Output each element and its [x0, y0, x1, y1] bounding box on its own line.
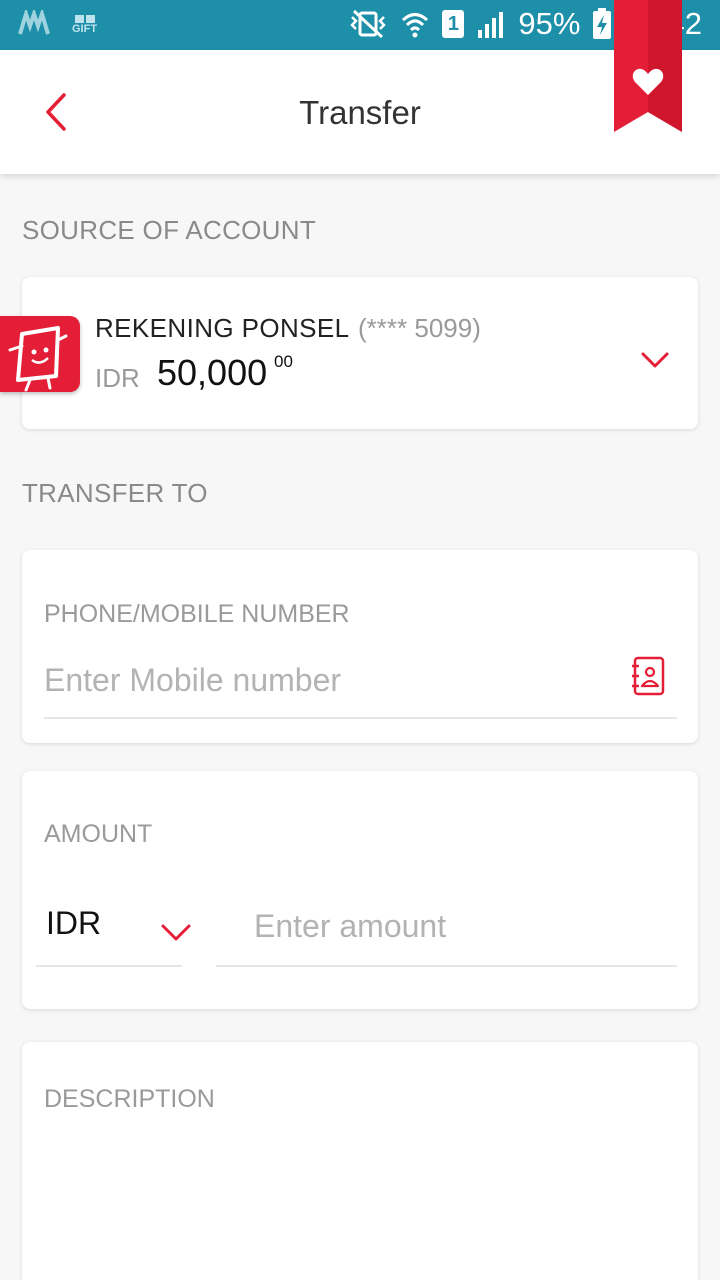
app-logo-icon — [18, 10, 50, 35]
account-balance-decimal: 00 — [274, 352, 293, 371]
sim-slot-badge: 1 — [442, 10, 465, 38]
phone-field-label: PHONE/MOBILE NUMBER — [44, 600, 350, 628]
wifi-icon — [402, 13, 429, 38]
battery-charging-icon — [593, 8, 612, 39]
phone-card — [22, 550, 698, 743]
phone-input[interactable]: Enter Mobile number — [44, 662, 341, 699]
account-name: REKENING PONSEL — [95, 313, 350, 343]
vibrate-mute-icon — [350, 9, 387, 39]
account-balance: 50,000 — [157, 352, 268, 393]
status-bar: GIFT 1 95% 17:42 — [0, 0, 720, 50]
source-account-selector[interactable] — [22, 277, 698, 429]
source-section-label: SOURCE OF ACCOUNT — [22, 215, 317, 245]
amount-input[interactable]: Enter amount — [254, 908, 446, 945]
gift-icon: GIFT — [72, 11, 97, 35]
battery-percent: 95% — [518, 6, 581, 41]
account-logo-icon — [0, 316, 80, 392]
favorite-heart-icon — [632, 68, 664, 95]
contacts-book-icon[interactable] — [630, 656, 666, 696]
amount-field-label: AMOUNT — [44, 820, 153, 848]
description-card[interactable] — [22, 1042, 698, 1280]
favorite-button[interactable] — [614, 0, 682, 132]
description-field-label: DESCRIPTION — [44, 1085, 215, 1113]
transfer-to-section-label: TRANSFER TO — [22, 478, 208, 508]
page-title: Transfer — [299, 94, 421, 131]
chevron-down-icon[interactable] — [640, 348, 670, 372]
account-currency: IDR — [95, 363, 140, 393]
amount-input-underline — [216, 965, 677, 967]
phone-input-underline — [44, 717, 677, 719]
amount-card — [22, 771, 698, 1009]
currency-underline — [36, 965, 182, 967]
account-number-masked: (**** 5099) — [358, 313, 481, 343]
amount-currency-select[interactable]: IDR — [46, 905, 101, 942]
chevron-down-icon[interactable] — [160, 920, 192, 944]
app-header: Transfer — [0, 50, 720, 174]
signal-icon — [478, 12, 504, 38]
